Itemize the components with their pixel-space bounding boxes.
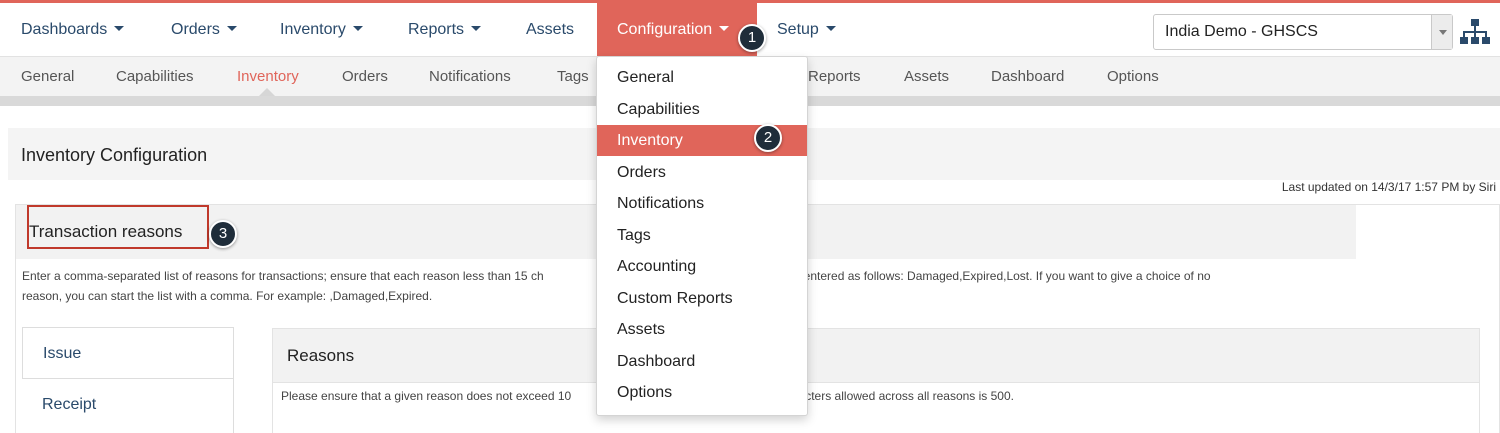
nav-orders-label: Orders [171,21,220,38]
nav-setup-label: Setup [777,21,819,38]
subnav-dashboard[interactable]: Dashboard [991,57,1064,97]
nav-assets[interactable]: Assets [526,3,574,56]
menu-item-general[interactable]: General [597,62,807,93]
nav-setup[interactable]: Setup [777,3,836,56]
subnav-general[interactable]: General [21,57,74,97]
section-description-line2: reason, you can start the list with a co… [22,289,433,303]
nav-inventory-label: Inventory [280,21,346,38]
caret-down-icon [352,26,363,31]
nav-configuration-label: Configuration [617,21,713,38]
subnav-capabilities[interactable]: Capabilities [116,57,194,97]
hierarchy-icon[interactable] [1460,17,1490,47]
caret-down-icon [471,26,482,31]
menu-item-accounting[interactable]: Accounting [597,251,807,282]
reasons-header: Reasons [273,329,1479,383]
step-badge-2: 2 [754,124,782,152]
menu-item-tags[interactable]: Tags [597,220,807,251]
menu-item-capabilities[interactable]: Capabilities [597,94,807,125]
step-badge-1: 1 [738,24,766,52]
nav-assets-label: Assets [526,21,575,38]
reasons-panel: Reasons Please ensure that a given reaso… [272,328,1480,433]
nav-configuration[interactable]: Configuration [597,3,757,56]
domain-select[interactable]: India Demo - GHSCS [1153,14,1453,50]
section-title-highlight [27,205,209,249]
chevron-down-icon[interactable] [1431,15,1452,49]
domain-select-value: India Demo - GHSCS [1165,23,1318,40]
subnav-options[interactable]: Options [1107,57,1159,97]
nav-dashboards[interactable]: Dashboards [21,3,125,56]
subnav-orders[interactable]: Orders [342,57,388,97]
nav-reports[interactable]: Reports [408,3,482,56]
page-title: Inventory Configuration [21,145,208,165]
menu-item-custom-reports[interactable]: Custom Reports [597,283,807,314]
section-description-line1: Enter a comma-separated list of reasons … [22,269,544,283]
active-tab-pointer [259,88,275,96]
nav-dashboards-label: Dashboards [21,21,108,38]
configuration-dropdown-menu: General Capabilities Inventory Orders No… [596,56,808,416]
caret-down-icon [114,26,125,31]
menu-item-dashboard[interactable]: Dashboard [597,346,807,377]
subnav-notifications[interactable]: Notifications [429,57,511,97]
menu-item-notifications[interactable]: Notifications [597,188,807,219]
caret-down-icon [825,26,836,31]
reasons-note-part2: haracters allowed across all reasons is … [781,389,1014,403]
nav-reports-label: Reports [408,21,465,38]
subnav-reports[interactable]: Reports [808,57,861,97]
subnav-tags[interactable]: Tags [557,57,589,97]
menu-item-orders[interactable]: Orders [597,157,807,188]
reasons-note-part1: Please ensure that a given reason does n… [281,389,572,403]
step-badge-3: 3 [209,220,237,248]
tab-receipt[interactable]: Receipt [22,379,233,431]
subnav-assets[interactable]: Assets [904,57,949,97]
last-updated-text: Last updated on 14/3/17 1:57 PM by Siri [1281,180,1496,194]
menu-item-options[interactable]: Options [597,377,807,408]
transaction-type-tabs: Issue Receipt [22,327,234,433]
nav-inventory[interactable]: Inventory [280,3,363,56]
caret-down-icon [226,26,237,31]
reasons-title: Reasons [287,346,355,365]
nav-orders[interactable]: Orders [171,3,237,56]
section-description-line1b: ons can be entered as follows: Damaged,E… [741,269,1211,283]
menu-item-assets[interactable]: Assets [597,314,807,345]
tab-issue[interactable]: Issue [22,327,233,379]
caret-down-icon [719,26,730,31]
